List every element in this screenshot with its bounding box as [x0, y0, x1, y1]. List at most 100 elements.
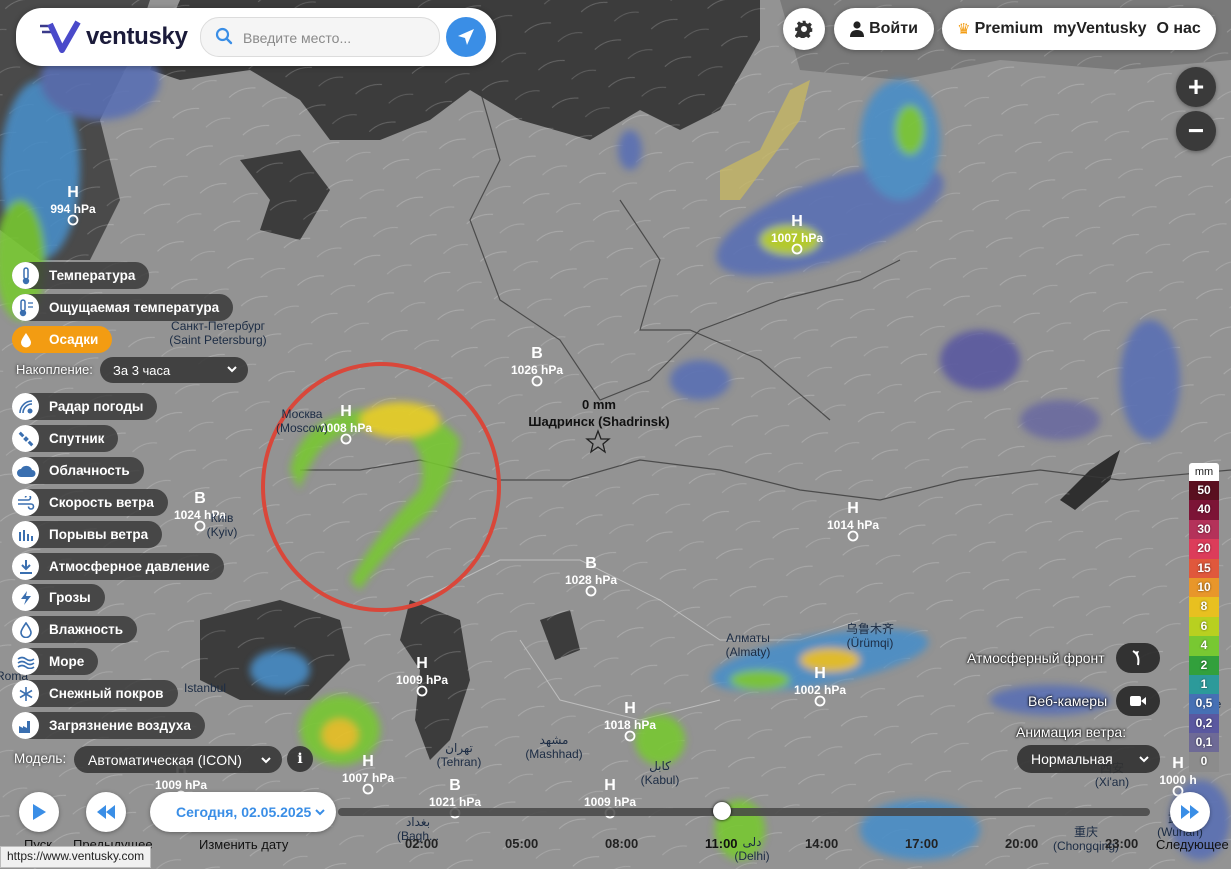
camera-icon: [1130, 696, 1146, 706]
city-name: دلی: [742, 835, 761, 849]
menu-myventusky[interactable]: myVentusky: [1053, 20, 1146, 38]
crown-icon: ♛: [957, 21, 971, 38]
city-latin-name: (Kyiv): [207, 525, 238, 539]
legend-cell: 40: [1189, 500, 1219, 520]
webcam-toggle[interactable]: [1116, 686, 1160, 716]
pressure-type: H: [814, 665, 826, 682]
legend-cell: 0: [1189, 752, 1219, 772]
city-label[interactable]: Москва(Moscow): [276, 407, 328, 435]
city-name: Санкт-Петербург: [171, 319, 266, 333]
layer-label: Снежный покров: [49, 686, 164, 701]
settings-button[interactable]: [783, 8, 825, 50]
layer-wind-speed[interactable]: Скорость ветра: [12, 489, 168, 516]
pressure-value: 1014 hPa: [827, 518, 879, 532]
date-select[interactable]: Сегодня, 02.05.2025: [150, 792, 336, 832]
zoom-out-button[interactable]: −: [1176, 111, 1216, 151]
layer-snow-cover[interactable]: Снежный покров: [12, 680, 178, 707]
legend-unit: mm: [1189, 463, 1219, 481]
timeline-handle[interactable]: [713, 802, 731, 820]
precipitation-legend: mm 50 40 30 20 15 10 8 6 4 2 1 0,5 0,2 0,1 0: [1189, 463, 1219, 772]
timeline-tick[interactable]: 08:00: [605, 836, 638, 851]
timeline-tick[interactable]: 23:00: [1105, 836, 1138, 851]
pressure-type: H: [604, 777, 616, 794]
droplet-icon: [12, 326, 39, 353]
layer-thunderstorms[interactable]: Грозы: [12, 584, 105, 611]
pressure-value: 994 hPa: [50, 202, 96, 216]
pressure-value: 1002 hPa: [794, 683, 846, 697]
model-label: Модель:: [14, 751, 67, 766]
city-name: بغداد: [406, 815, 430, 829]
city-name: 重庆: [1074, 825, 1098, 839]
city-label[interactable]: Алматы(Almaty): [726, 631, 771, 659]
legend-cell: 2: [1189, 655, 1219, 675]
timeline-track[interactable]: [338, 808, 1150, 816]
layer-pressure[interactable]: Атмосферное давление: [12, 553, 224, 580]
layer-humidity[interactable]: Влажность: [12, 616, 138, 643]
model-value: Автоматическая (ICON): [88, 751, 242, 768]
locate-button[interactable]: [446, 17, 486, 57]
pressure-type: H: [67, 184, 79, 201]
model-info-button[interactable]: i: [287, 746, 313, 772]
zoom-in-button[interactable]: +: [1176, 67, 1216, 107]
layer-clouds[interactable]: Облачность: [12, 457, 144, 484]
pressure-type: H: [791, 213, 803, 230]
login-label: Войти: [869, 20, 918, 37]
layer-feels-like[interactable]: Ощущаемая температура: [12, 294, 234, 321]
chevron-down-icon: [261, 757, 271, 764]
accumulation-select[interactable]: За 3 часа: [100, 357, 248, 383]
timeline-tick[interactable]: 05:00: [505, 836, 538, 851]
timeline-tick[interactable]: 02:00: [405, 836, 438, 851]
webcam-label: Веб-камеры: [1028, 693, 1108, 709]
legend-cell: 0,2: [1189, 713, 1219, 734]
timeline-tick[interactable]: 20:00: [1005, 836, 1038, 851]
menu-premium[interactable]: Premium: [975, 20, 1043, 38]
play-button[interactable]: [19, 792, 59, 832]
pressure-type: H: [340, 403, 352, 420]
pressure-value: 1007 hPa: [771, 231, 823, 245]
front-toggle[interactable]: [1116, 643, 1160, 673]
ventusky-logo[interactable]: ventusky: [38, 18, 188, 56]
weather-front-icon: [1132, 650, 1140, 666]
login-button[interactable]: Войти: [834, 8, 934, 50]
search-input[interactable]: [241, 26, 435, 50]
layer-air-pollution[interactable]: Загрязнение воздуха: [12, 712, 205, 739]
user-icon: [850, 21, 865, 37]
previous-button[interactable]: [86, 792, 126, 832]
layer-label: Грозы: [49, 590, 91, 605]
legend-cell: 10: [1189, 577, 1219, 598]
timeline-tick[interactable]: 17:00: [905, 836, 938, 851]
satellite-icon: [12, 425, 39, 452]
next-label: Следующее: [1156, 837, 1229, 852]
city-label[interactable]: Санкт-Петербург(Saint Petersburg): [169, 319, 266, 347]
layer-precipitation[interactable]: Осадки: [12, 326, 113, 353]
legend-cell: 6: [1189, 616, 1219, 637]
city-latin-name: (Xi'an): [1095, 775, 1129, 789]
timeline-tick[interactable]: 11:00: [705, 836, 738, 851]
timeline-tick[interactable]: 14:00: [805, 836, 838, 851]
pressure-value: 1018 hPa: [604, 718, 656, 732]
city-latin-name: (Tehran): [437, 755, 482, 769]
legend-cell: 0,5: [1189, 694, 1219, 714]
layer-label: Радар погоды: [49, 399, 144, 414]
layer-radar[interactable]: Радар погоды: [12, 393, 158, 420]
layer-temperature[interactable]: Температура: [12, 262, 150, 289]
layer-label: Ощущаемая температура: [49, 300, 220, 315]
layer-sea[interactable]: Море: [12, 648, 99, 675]
city-latin-name: (Mashhad): [525, 747, 582, 761]
city-label[interactable]: Киів(Kyiv): [207, 511, 238, 539]
layer-wind-gusts[interactable]: Порывы ветра: [12, 521, 163, 548]
legend-cell: 4: [1189, 636, 1219, 656]
next-button[interactable]: [1170, 792, 1210, 832]
layer-satellite[interactable]: Спутник: [12, 425, 119, 452]
date-value: Сегодня, 02.05.2025: [176, 804, 312, 820]
legend-cell: 15: [1189, 558, 1219, 578]
wind-animation-select[interactable]: Нормальная: [1017, 745, 1160, 773]
pressure-value: 1021 hPa: [429, 795, 481, 809]
city-label[interactable]: Istanbul: [184, 681, 226, 695]
legend-cell: 0,1: [1189, 733, 1219, 753]
layer-label: Атмосферное давление: [49, 559, 210, 574]
model-select[interactable]: Автоматическая (ICON): [74, 746, 282, 773]
city-label[interactable]: 乌鲁木齐(Ürümqi): [846, 621, 894, 650]
front-label: Атмосферный фронт: [967, 650, 1105, 666]
menu-about[interactable]: О нас: [1156, 20, 1200, 38]
